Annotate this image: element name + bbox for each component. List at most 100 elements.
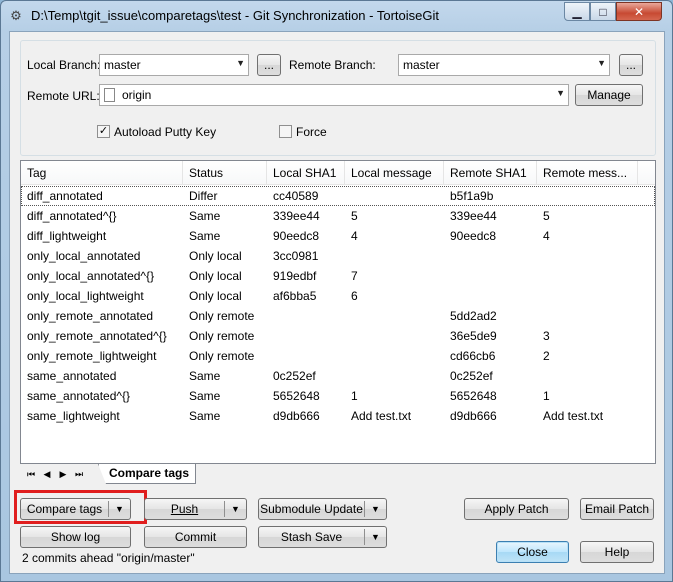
cell-local-sha1: 90eedc8 [273,229,320,243]
apply-patch-button[interactable]: Apply Patch [464,498,569,520]
status-text: 2 commits ahead "origin/master" [22,551,195,565]
tortoisegit-app-icon: ⚙ [10,8,22,23]
tab-first-icon[interactable]: ⏮ [24,467,38,481]
tab-compare-tags[interactable]: Compare tags [98,464,197,484]
cell-remote-message [537,266,638,286]
cell-remote-message [537,186,638,206]
cell-status: Same [189,369,221,383]
cell-local-message [345,326,444,346]
column-header-tag[interactable]: Tag [21,161,183,185]
remote-branch-label: Remote Branch: [289,58,376,72]
stash-save-button-label: Stash Save [280,530,343,544]
close-button[interactable]: Close [496,541,569,563]
column-header-remote-message[interactable]: Remote mess... [537,161,638,185]
cell-local-message: 5 [351,209,358,223]
table-row[interactable]: diff_lightweight Same 90eedc8 4 90eedc8 4 [21,226,655,246]
show-log-button[interactable]: Show log [20,526,131,548]
submodule-update-button[interactable]: Submodule Update ▼ [258,498,387,520]
cell-remote-message: 3 [543,329,550,343]
tab-prev-icon[interactable]: ◀ [40,467,54,481]
force-label: Force [296,125,327,139]
file-icon [104,88,115,102]
cell-tag: same_annotated^{} [27,389,131,403]
local-branch-combo[interactable]: master ▼ [99,54,249,76]
cell-remote-message [537,286,638,306]
push-button[interactable]: Push ▼ [144,498,247,520]
cell-tag: only_local_annotated [27,249,141,263]
tab-next-icon[interactable]: ▶ [56,467,70,481]
manage-button[interactable]: Manage [575,84,643,106]
cell-remote-sha1: 5652648 [450,389,497,403]
cell-status: Only remote [189,329,255,343]
remote-url-value: origin [122,88,152,102]
cell-remote-sha1: 5dd2ad2 [450,309,497,323]
cell-local-message: 4 [351,229,358,243]
chevron-down-icon[interactable]: ▼ [365,527,386,547]
cell-tag: only_local_annotated^{} [27,269,155,283]
remote-url-label: Remote URL: [27,89,100,103]
maximize-button[interactable]: □ [590,2,616,21]
cell-local-message: 1 [351,389,358,403]
column-header-status[interactable]: Status [183,161,267,185]
submodule-update-button-label: Submodule Update [260,502,363,516]
local-branch-value: master [104,58,141,72]
remote-url-combo[interactable]: origin ▼ [99,84,569,106]
column-header-local-sha1[interactable]: Local SHA1 [267,161,345,185]
chevron-down-icon: ▼ [236,58,245,68]
cell-local-sha1 [267,346,345,366]
table-row[interactable]: only_remote_lightweight Only remote cd66cb… [21,346,655,366]
column-header-local-message[interactable]: Local message [345,161,444,185]
cell-local-message [345,346,444,366]
cell-remote-message: 2 [543,349,550,363]
email-patch-button[interactable]: Email Patch [580,498,654,520]
table-row[interactable]: only_local_annotated Only local 3cc0981 [21,246,655,266]
cell-status: Only local [189,289,242,303]
cell-local-sha1: 0c252ef [273,369,316,383]
sync-window: ⚙ D:\Temp\tgit_issue\comparetags\test - … [0,0,673,582]
list-header: Tag Status Local SHA1 Local message Remo… [21,161,655,185]
cell-remote-message: 4 [543,229,550,243]
column-header-remote-sha1[interactable]: Remote SHA1 [444,161,537,185]
local-branch-browse-button[interactable]: ... [257,54,281,76]
table-row[interactable]: same_annotated Same 0c252ef 0c252ef [21,366,655,386]
remote-branch-combo[interactable]: master ▼ [398,54,610,76]
table-row[interactable]: same_lightweight Same d9db666 Add test.txt d… [21,406,655,426]
compare-tags-list[interactable]: Tag Status Local SHA1 Local message Remo… [20,160,656,464]
cell-local-sha1 [267,326,345,346]
tab-last-icon[interactable]: ⏭ [72,467,86,481]
table-row[interactable]: diff_annotated^{} Same 339ee44 5 339ee44 5 [21,206,655,226]
autoload-putty-key-checkbox[interactable]: ✓ [97,125,110,138]
cell-remote-sha1 [444,286,537,306]
table-row[interactable]: only_local_annotated^{} Only local 919edbf… [21,266,655,286]
cell-tag: diff_lightweight [27,229,107,243]
remote-branch-browse-button[interactable]: ... [619,54,643,76]
chevron-down-icon[interactable]: ▼ [365,499,386,519]
help-button[interactable]: Help [580,541,654,563]
window-close-button[interactable]: ✕ [616,2,662,21]
cell-remote-message [537,366,638,386]
cell-status: Differ [189,189,218,203]
table-row[interactable]: same_annotated^{} Same 5652648 1 5652648 1 [21,386,655,406]
chevron-down-icon: ▼ [556,88,565,98]
table-row[interactable]: diff_annotated Differ cc40589 b5f1a9b [21,186,655,206]
local-branch-label: Local Branch: [27,58,101,72]
compare-tags-button[interactable]: Compare tags ▼ [20,498,131,520]
force-checkbox[interactable] [279,125,292,138]
cell-local-message: 6 [351,289,358,303]
cell-status: Only local [189,249,242,263]
stash-save-button[interactable]: Stash Save ▼ [258,526,387,548]
commit-button[interactable]: Commit [144,526,247,548]
chevron-down-icon[interactable]: ▼ [109,499,130,519]
cell-local-sha1: 3cc0981 [273,249,319,263]
cell-remote-sha1: b5f1a9b [450,189,494,203]
cell-local-sha1: d9db666 [273,409,320,423]
cell-local-message [345,186,444,206]
cell-local-message [345,306,444,326]
table-row[interactable]: only_remote_annotated^{} Only remote 36e5d… [21,326,655,346]
minimize-button[interactable]: ▁ [564,2,590,21]
chevron-down-icon[interactable]: ▼ [225,499,246,519]
table-row[interactable]: only_local_lightweight Only local af6bba5 6 [21,286,655,306]
cell-tag: same_annotated [27,369,117,383]
table-row[interactable]: only_remote_annotated Only remote 5dd2ad2 [21,306,655,326]
title-bar[interactable]: ⚙ D:\Temp\tgit_issue\comparetags\test - … [1,1,672,31]
